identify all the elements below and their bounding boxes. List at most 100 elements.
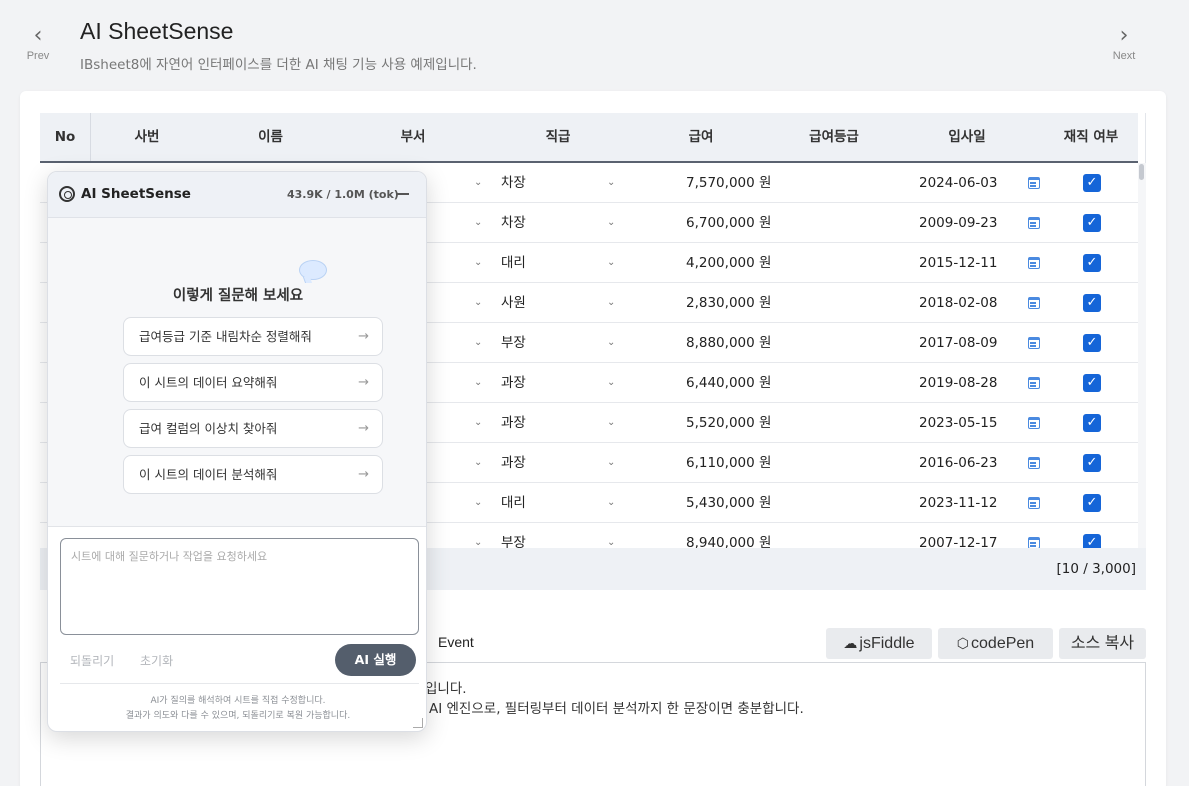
rank-cell[interactable]: 과장 xyxy=(501,363,526,403)
rank-cell[interactable]: 과장 xyxy=(501,403,526,443)
rank-cell[interactable]: 차장 xyxy=(501,163,526,203)
chevron-down-icon[interactable]: ⌄ xyxy=(607,323,615,363)
chat-input[interactable] xyxy=(61,539,418,634)
chevron-down-icon[interactable]: ⌄ xyxy=(474,283,482,323)
rank-cell[interactable]: 과장 xyxy=(501,443,526,483)
chevron-down-icon[interactable]: ⌄ xyxy=(474,203,482,243)
calendar-icon[interactable] xyxy=(1028,497,1040,509)
chevron-down-icon[interactable]: ⌄ xyxy=(474,323,482,363)
codepen-button[interactable]: ⬡ codePen xyxy=(938,628,1053,659)
employed-checkbox[interactable]: ✓ xyxy=(1083,214,1101,232)
rank-cell[interactable]: 대리 xyxy=(501,483,526,523)
salary-cell[interactable]: 2,830,000 원 xyxy=(686,283,771,323)
salary-cell[interactable]: 6,110,000 원 xyxy=(686,443,771,483)
col-header-name[interactable]: 이름 xyxy=(203,113,338,161)
employed-checkbox[interactable]: ✓ xyxy=(1083,454,1101,472)
tab-event[interactable]: Event xyxy=(438,634,474,650)
hire-date-cell[interactable]: 2018-02-08 xyxy=(919,283,997,323)
employed-checkbox[interactable]: ✓ xyxy=(1083,174,1101,192)
chevron-down-icon[interactable]: ⌄ xyxy=(474,483,482,523)
salary-cell[interactable]: 6,700,000 원 xyxy=(686,203,771,243)
employed-checkbox[interactable]: ✓ xyxy=(1083,254,1101,272)
calendar-icon[interactable] xyxy=(1028,177,1040,189)
chevron-down-icon[interactable]: ⌄ xyxy=(607,523,615,548)
chevron-down-icon[interactable]: ⌄ xyxy=(474,163,482,203)
col-header-employed[interactable]: 재직 여부 xyxy=(1040,113,1142,161)
prev-button[interactable]: ‹ Prev xyxy=(18,25,58,63)
salary-cell[interactable]: 8,940,000 원 xyxy=(686,523,771,548)
calendar-icon[interactable] xyxy=(1028,217,1040,229)
rank-cell[interactable]: 부장 xyxy=(501,523,526,548)
col-header-no[interactable]: No xyxy=(40,113,90,161)
chevron-down-icon[interactable]: ⌄ xyxy=(607,443,615,483)
chevron-down-icon[interactable]: ⌄ xyxy=(474,443,482,483)
reset-button[interactable]: 초기화 xyxy=(140,652,173,669)
salary-cell[interactable]: 8,880,000 원 xyxy=(686,323,771,363)
employed-checkbox[interactable]: ✓ xyxy=(1083,534,1101,548)
employed-checkbox[interactable]: ✓ xyxy=(1083,374,1101,392)
col-header-salary[interactable]: 급여 xyxy=(628,113,774,161)
chevron-down-icon[interactable]: ⌄ xyxy=(474,523,482,548)
calendar-icon[interactable] xyxy=(1028,297,1040,309)
salary-cell[interactable]: 7,570,000 원 xyxy=(686,163,771,203)
resize-handle[interactable] xyxy=(413,718,423,728)
suggestion-button[interactable]: 급여 컬럼의 이상치 찾아줘 → xyxy=(123,409,383,448)
chevron-down-icon[interactable]: ⌄ xyxy=(474,403,482,443)
chevron-down-icon[interactable]: ⌄ xyxy=(474,243,482,283)
chevron-down-icon[interactable]: ⌄ xyxy=(607,483,615,523)
chat-body: 이렇게 질문해 보세요 급여등급 기준 내림차순 정렬해줘 → 이 시트의 데이… xyxy=(48,218,426,527)
salary-cell[interactable]: 6,440,000 원 xyxy=(686,363,771,403)
suggestion-button[interactable]: 급여등급 기준 내림차순 정렬해줘 → xyxy=(123,317,383,356)
suggestion-button[interactable]: 이 시트의 데이터 요약해줘 → xyxy=(123,363,383,402)
chevron-down-icon[interactable]: ⌄ xyxy=(474,363,482,403)
calendar-icon[interactable] xyxy=(1028,537,1040,548)
next-button[interactable]: › Next xyxy=(1104,25,1144,63)
calendar-icon[interactable] xyxy=(1028,337,1040,349)
calendar-icon[interactable] xyxy=(1028,417,1040,429)
hire-date-cell[interactable]: 2019-08-28 xyxy=(919,363,997,403)
chevron-down-icon[interactable]: ⌄ xyxy=(607,363,615,403)
chevron-down-icon[interactable]: ⌄ xyxy=(607,203,615,243)
rank-cell[interactable]: 사원 xyxy=(501,283,526,323)
salary-cell[interactable]: 5,430,000 원 xyxy=(686,483,771,523)
hire-date-cell[interactable]: 2023-11-12 xyxy=(919,483,997,523)
chevron-down-icon[interactable]: ⌄ xyxy=(607,283,615,323)
col-header-rank[interactable]: 직급 xyxy=(488,113,628,161)
jsfiddle-button[interactable]: ☁ jsFiddle xyxy=(826,628,932,659)
employed-checkbox[interactable]: ✓ xyxy=(1083,294,1101,312)
hire-date-cell[interactable]: 2007-12-17 xyxy=(919,523,997,548)
col-header-empno[interactable]: 사번 xyxy=(91,113,203,161)
calendar-icon[interactable] xyxy=(1028,377,1040,389)
col-header-hire-date[interactable]: 입사일 xyxy=(894,113,1040,161)
hire-date-cell[interactable]: 2017-08-09 xyxy=(919,323,997,363)
col-header-grade[interactable]: 급여등급 xyxy=(774,113,894,161)
employed-checkbox[interactable]: ✓ xyxy=(1083,494,1101,512)
scrollbar-thumb[interactable] xyxy=(1139,164,1144,180)
chevron-down-icon[interactable]: ⌄ xyxy=(607,163,615,203)
copy-source-button[interactable]: 소스 복사 xyxy=(1059,628,1146,659)
suggestion-button[interactable]: 이 시트의 데이터 분석해줘 → xyxy=(123,455,383,494)
rank-cell[interactable]: 대리 xyxy=(501,243,526,283)
salary-cell[interactable]: 5,520,000 원 xyxy=(686,403,771,443)
col-header-dept[interactable]: 부서 xyxy=(338,113,488,161)
rank-cell[interactable]: 차장 xyxy=(501,203,526,243)
hire-date-cell[interactable]: 2016-06-23 xyxy=(919,443,997,483)
hire-date-cell[interactable]: 2009-09-23 xyxy=(919,203,997,243)
hire-date-cell[interactable]: 2023-05-15 xyxy=(919,403,997,443)
minimize-icon[interactable] xyxy=(397,193,409,195)
calendar-icon[interactable] xyxy=(1028,457,1040,469)
hire-date-cell[interactable]: 2015-12-11 xyxy=(919,243,997,283)
chevron-down-icon[interactable]: ⌄ xyxy=(607,403,615,443)
undo-button[interactable]: 되돌리기 xyxy=(70,652,114,669)
salary-cell[interactable]: 4,200,000 원 xyxy=(686,243,771,283)
arrow-right-icon: → xyxy=(358,329,369,344)
ai-run-button[interactable]: AI 실행 xyxy=(335,644,416,676)
grid-scrollbar[interactable] xyxy=(1138,163,1146,548)
hire-date-cell[interactable]: 2024-06-03 xyxy=(919,163,997,203)
employed-checkbox[interactable]: ✓ xyxy=(1083,334,1101,352)
calendar-icon[interactable] xyxy=(1028,257,1040,269)
rank-cell[interactable]: 부장 xyxy=(501,323,526,363)
employed-checkbox[interactable]: ✓ xyxy=(1083,414,1101,432)
chevron-down-icon[interactable]: ⌄ xyxy=(607,243,615,283)
chat-input-box[interactable] xyxy=(60,538,419,635)
